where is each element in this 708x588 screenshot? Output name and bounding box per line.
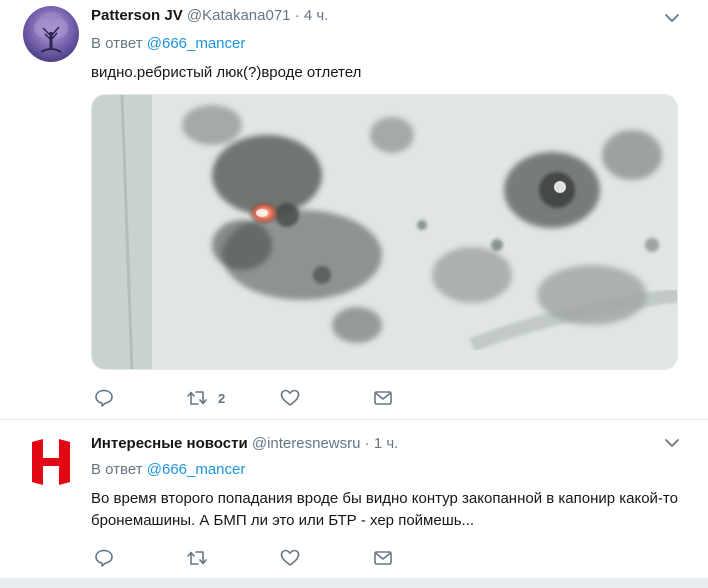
tweet-actions: 2 [91, 386, 411, 410]
reply-prefix: В ответ [91, 461, 143, 478]
author-handle[interactable]: @Katakana071 [187, 7, 291, 24]
author-handle[interactable]: @interesnewsru [252, 435, 361, 452]
timestamp[interactable]: 1 ч. [374, 435, 399, 452]
reply-mention-link[interactable]: @666_mancer [147, 461, 246, 478]
retweet-button[interactable] [186, 546, 218, 570]
reply-mention-link[interactable]: @666_mancer [147, 35, 246, 52]
reply-context: В ответ @666_mancer [91, 461, 245, 478]
retweet-icon [187, 551, 207, 565]
retweet-count: 2 [218, 390, 226, 406]
avatar[interactable] [23, 434, 79, 490]
reply-context: В ответ @666_mancer [91, 35, 245, 52]
timestamp[interactable]: 4 ч. [304, 7, 329, 24]
author-name[interactable]: Интересные новости [91, 435, 248, 452]
tweet[interactable]: Patterson JV @Katakana071 · 4 ч. В ответ… [0, 0, 708, 419]
direct-message-button[interactable] [373, 386, 393, 410]
like-button[interactable] [280, 546, 310, 570]
separator-dot: · [364, 435, 370, 452]
avatar[interactable] [23, 6, 79, 62]
reply-icon [95, 389, 113, 407]
tweet-header: Интересные новости @interesnewsru · 1 ч. [91, 435, 398, 452]
tweet-text: Во время второго попадания вроде бы видн… [91, 490, 678, 529]
tweet-media-image[interactable] [91, 94, 678, 370]
direct-message-button[interactable] [373, 546, 393, 570]
like-icon [280, 549, 300, 566]
timeline-bottom-edge [0, 578, 708, 588]
reply-icon [95, 549, 113, 567]
chevron-down-icon[interactable] [664, 435, 680, 451]
tweet-divider [0, 419, 708, 420]
tweet-header: Patterson JV @Katakana071 · 4 ч. [91, 7, 328, 24]
author-name[interactable]: Patterson JV [91, 7, 183, 24]
reply-prefix: В ответ [91, 35, 143, 52]
separator-dot: · [294, 7, 300, 24]
chevron-down-icon[interactable] [664, 10, 680, 26]
retweet-button[interactable]: 2 [186, 386, 225, 410]
reply-button[interactable] [94, 386, 124, 410]
reply-button[interactable] [94, 546, 124, 570]
tweet-actions [91, 546, 411, 570]
direct-message-icon [374, 551, 392, 565]
retweet-icon [187, 391, 207, 405]
direct-message-icon [374, 391, 392, 405]
like-button[interactable] [280, 386, 310, 410]
tweet-text: видно.ребристый люк(?)вроде отлетел [91, 64, 362, 81]
like-icon [280, 389, 300, 406]
